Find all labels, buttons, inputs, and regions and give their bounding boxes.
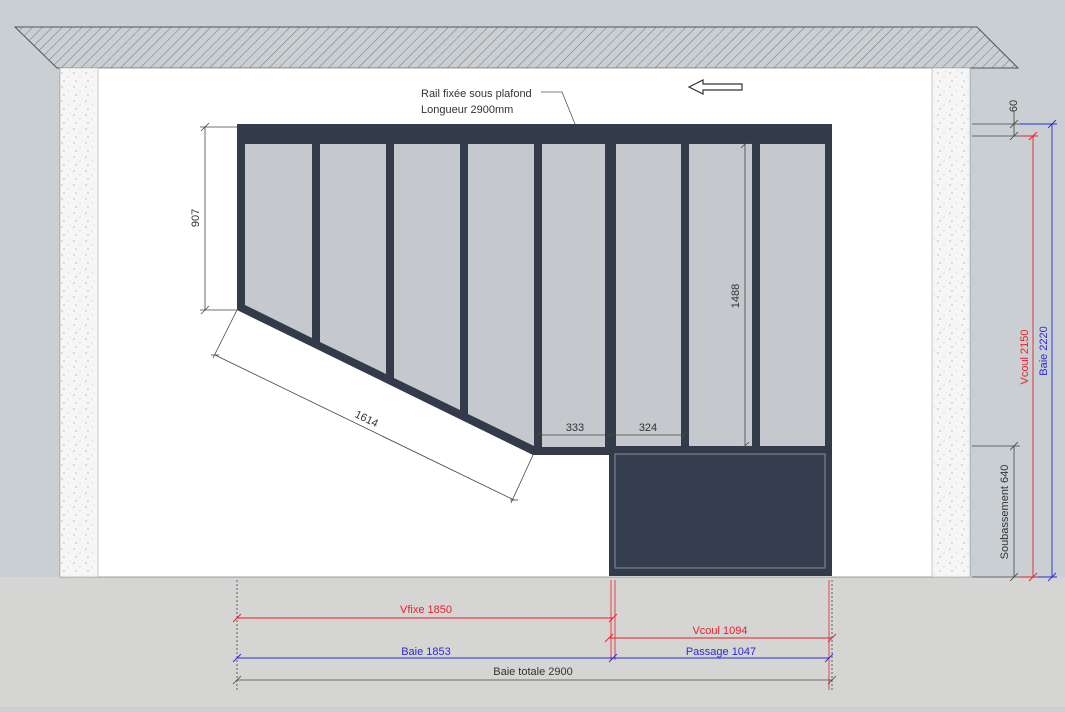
glass-pane [245, 144, 312, 338]
rail-label-line1: Rail fixée sous plafond [421, 88, 532, 100]
glass-pane [760, 144, 825, 446]
dim-60-label: 60 [1008, 100, 1020, 112]
dim-1488-label: 1488 [730, 284, 742, 308]
dim-vfixe-label: Vfixe 1850 [400, 604, 452, 616]
floor [0, 577, 1065, 707]
dim-907-label: 907 [190, 209, 202, 227]
dim-vcoul-1094-label: Vcoul 1094 [692, 625, 747, 637]
dim-vcoul-2150-label: Vcoul 2150 [1019, 329, 1031, 384]
dimension-soubassement [972, 441, 1020, 582]
dim-333-label: 333 [566, 422, 584, 434]
elevation-drawing: Rail fixée sous plafond Longueur 2900mm … [0, 26, 1065, 707]
glass-pane [468, 144, 534, 446]
dim-baie-1853-label: Baie 1853 [401, 646, 451, 658]
dim-soubassement-label: Soubassement 640 [999, 465, 1011, 560]
glass-pane [542, 144, 605, 447]
glass-pane [320, 144, 386, 374]
door-bottom-panel [614, 453, 826, 569]
glass-pane [616, 144, 681, 446]
left-jamb [59, 67, 99, 578]
glass-pane [394, 144, 460, 410]
dim-324-label: 324 [639, 422, 657, 434]
dim-baie-totale-label: Baie totale 2900 [493, 666, 573, 678]
dim-passage-label: Passage 1047 [686, 646, 756, 658]
rail-label-line2: Longueur 2900mm [421, 104, 513, 116]
ceiling-rail [237, 124, 832, 136]
diagram-canvas: Rail fixée sous plafond Longueur 2900mm … [0, 0, 1065, 707]
ceiling-slab [13, 26, 1020, 69]
glass-pane [689, 144, 752, 446]
dim-baie-2220-label: Baie 2220 [1038, 326, 1050, 376]
right-jamb [931, 67, 971, 578]
